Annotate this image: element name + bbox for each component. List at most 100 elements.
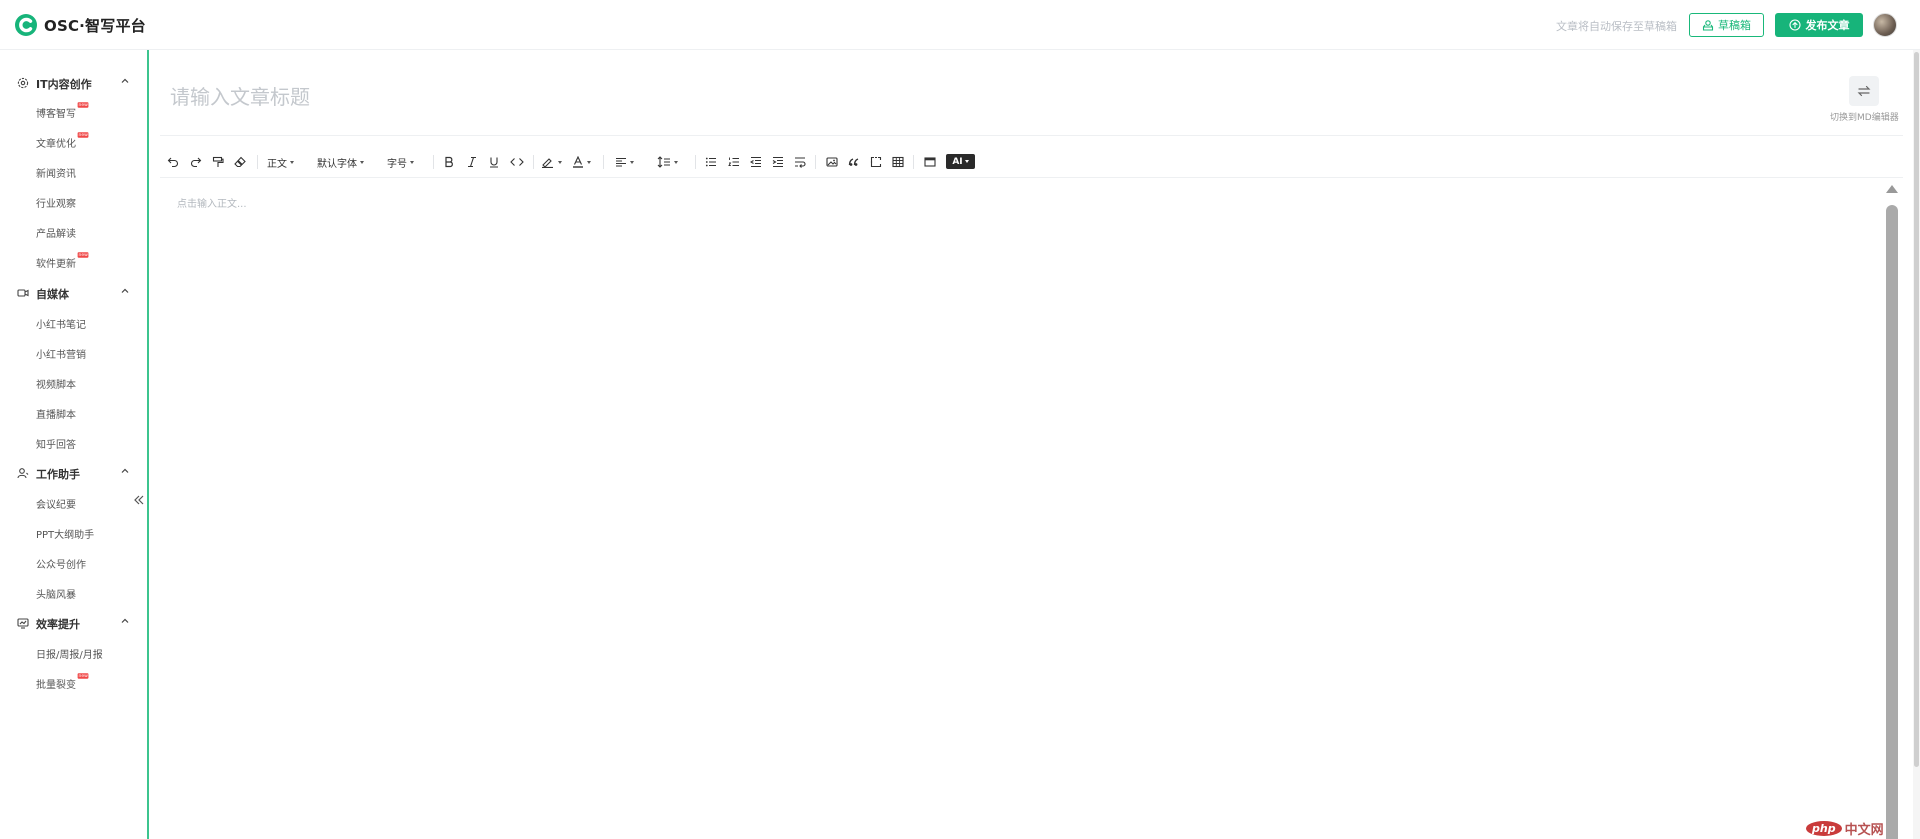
insert-table-button[interactable] bbox=[891, 154, 905, 170]
sidebar-item-software-update[interactable]: 软件更新 new bbox=[36, 252, 89, 273]
redo-button[interactable] bbox=[189, 154, 203, 170]
format-painter-button[interactable] bbox=[211, 154, 225, 170]
collapse-sidebar-icon[interactable] bbox=[133, 494, 145, 506]
undo-button[interactable] bbox=[166, 154, 180, 170]
sidebar-item-meeting-minutes[interactable]: 会议纪要 bbox=[36, 496, 76, 514]
font-family-select[interactable]: 默认字体 bbox=[317, 154, 364, 170]
indent-button[interactable] bbox=[771, 154, 785, 170]
toolbar-divider bbox=[433, 155, 434, 169]
sidebar-item-blog-writing[interactable]: 博客智写 new bbox=[36, 102, 89, 123]
sidebar-item-reports[interactable]: 日报/周报/月报 bbox=[36, 646, 103, 664]
sidebar-item-zhihu-answer[interactable]: 知乎回答 bbox=[36, 436, 76, 454]
new-badge: new bbox=[77, 102, 89, 108]
text-wrap-icon bbox=[795, 157, 806, 168]
efficiency-icon bbox=[17, 618, 29, 629]
chevron-up-icon bbox=[121, 618, 129, 623]
sidebar-item-ppt-outline[interactable]: PPT大纲助手 bbox=[36, 526, 94, 544]
scroll-up-arrow-icon[interactable] bbox=[1886, 185, 1898, 193]
sidebar-item-brainstorm[interactable]: 头脑风暴 bbox=[36, 586, 76, 604]
insert-link-button[interactable] bbox=[869, 154, 883, 170]
article-body-placeholder[interactable]: 点击输入正文... bbox=[177, 195, 247, 210]
sidebar-group-title: 自媒体 bbox=[36, 288, 69, 301]
switch-md-editor-button[interactable] bbox=[1849, 76, 1879, 106]
inline-code-button[interactable] bbox=[509, 154, 525, 170]
avatar[interactable] bbox=[1873, 13, 1897, 37]
insert-image-button[interactable] bbox=[825, 154, 839, 170]
bullet-list-button[interactable] bbox=[704, 154, 718, 170]
align-button[interactable] bbox=[615, 154, 634, 170]
sidebar-item-product[interactable]: 产品解读 bbox=[36, 225, 76, 243]
font-size-select[interactable]: 字号 bbox=[387, 154, 414, 170]
bold-button[interactable] bbox=[442, 154, 456, 170]
sidebar-item-video-script[interactable]: 视频脚本 bbox=[36, 376, 76, 394]
watermark-text: 中文网 bbox=[1844, 822, 1884, 838]
sidebar-item-xhs-marketing[interactable]: 小红书营销 bbox=[36, 346, 86, 364]
sidebar-item-news[interactable]: 新闻资讯 bbox=[36, 165, 76, 183]
chevron-up-icon bbox=[121, 288, 129, 293]
indent-icon bbox=[772, 156, 783, 168]
sidebar-group-efficiency[interactable]: 效率提升 bbox=[0, 612, 147, 634]
toolbar-divider bbox=[603, 155, 604, 169]
window-icon bbox=[924, 157, 936, 167]
redo-icon bbox=[191, 157, 202, 168]
paragraph-style-select[interactable]: 正文 bbox=[267, 154, 294, 170]
editor-scrollbar-thumb[interactable] bbox=[1886, 205, 1898, 839]
text-wrap-button[interactable] bbox=[793, 154, 807, 170]
ordered-list-button[interactable] bbox=[727, 154, 741, 170]
watermark-logo: php bbox=[1806, 820, 1842, 836]
toolbar-divider bbox=[533, 155, 534, 169]
code-icon bbox=[510, 158, 524, 166]
caret-down-icon bbox=[360, 160, 364, 164]
new-badge: new bbox=[77, 132, 89, 138]
sidebar-item-xhs-notes[interactable]: 小红书笔记 bbox=[36, 316, 86, 334]
font-color-button[interactable] bbox=[572, 154, 591, 170]
toolbar-divider bbox=[257, 155, 258, 169]
sidebar-item-live-script[interactable]: 直播脚本 bbox=[36, 406, 76, 424]
toolbar-divider bbox=[815, 155, 816, 169]
underline-button[interactable] bbox=[487, 154, 501, 170]
quote-icon bbox=[848, 158, 859, 166]
italic-button[interactable] bbox=[465, 154, 479, 170]
sidebar-item-industry[interactable]: 行业观察 bbox=[36, 195, 76, 213]
drafts-button[interactable]: 草稿箱 bbox=[1689, 13, 1764, 37]
caret-down-icon bbox=[964, 160, 969, 163]
bullet-list-icon bbox=[705, 157, 716, 167]
sidebar-item-article-optimize[interactable]: 文章优化 new bbox=[36, 132, 89, 153]
sidebar-group-it-content[interactable]: IT内容创作 bbox=[0, 72, 147, 94]
sidebar-group-work-assistant[interactable]: 工作助手 bbox=[0, 462, 147, 484]
brand[interactable]: OSC·智写平台 bbox=[14, 13, 146, 37]
top-bar: OSC·智写平台 文章将自动保存至草稿箱 草稿箱 发布文章 bbox=[0, 0, 1920, 50]
new-badge: new bbox=[77, 673, 89, 679]
publish-label: 发布文章 bbox=[1805, 19, 1850, 32]
outdent-button[interactable] bbox=[749, 154, 763, 170]
sidebar-group-self-media[interactable]: 自媒体 bbox=[0, 282, 147, 304]
chevron-up-icon bbox=[121, 78, 129, 83]
underline-icon bbox=[490, 157, 498, 168]
drafts-box-icon bbox=[1702, 20, 1714, 31]
fullscreen-button[interactable] bbox=[923, 154, 937, 170]
drafts-label: 草稿箱 bbox=[1718, 19, 1751, 32]
toolbar-divider-line bbox=[160, 177, 1903, 178]
ai-assistant-button[interactable]: AI bbox=[946, 154, 975, 169]
blockquote-button[interactable] bbox=[847, 154, 861, 170]
brand-logo-icon bbox=[14, 13, 38, 37]
line-height-icon bbox=[657, 156, 670, 168]
eraser-icon bbox=[234, 156, 246, 168]
user-assistant-icon bbox=[17, 468, 29, 479]
article-title-input[interactable] bbox=[170, 80, 1170, 114]
video-camera-icon bbox=[17, 289, 29, 297]
new-badge: new bbox=[77, 252, 89, 258]
toolbar-divider bbox=[695, 155, 696, 169]
table-icon bbox=[892, 156, 904, 168]
publish-button[interactable]: 发布文章 bbox=[1775, 13, 1863, 37]
sidebar-item-wechat-article[interactable]: 公众号创作 bbox=[36, 556, 86, 574]
line-height-button[interactable] bbox=[657, 154, 678, 170]
clear-format-button[interactable] bbox=[233, 154, 247, 170]
italic-icon bbox=[468, 156, 476, 168]
sidebar-item-batch-fission[interactable]: 批量裂变 new bbox=[36, 673, 89, 694]
ordered-list-icon bbox=[728, 157, 739, 167]
page-scrollbar-thumb[interactable] bbox=[1914, 52, 1919, 767]
title-divider bbox=[160, 135, 1903, 136]
highlight-color-button[interactable] bbox=[541, 154, 562, 170]
align-left-icon bbox=[616, 157, 626, 167]
